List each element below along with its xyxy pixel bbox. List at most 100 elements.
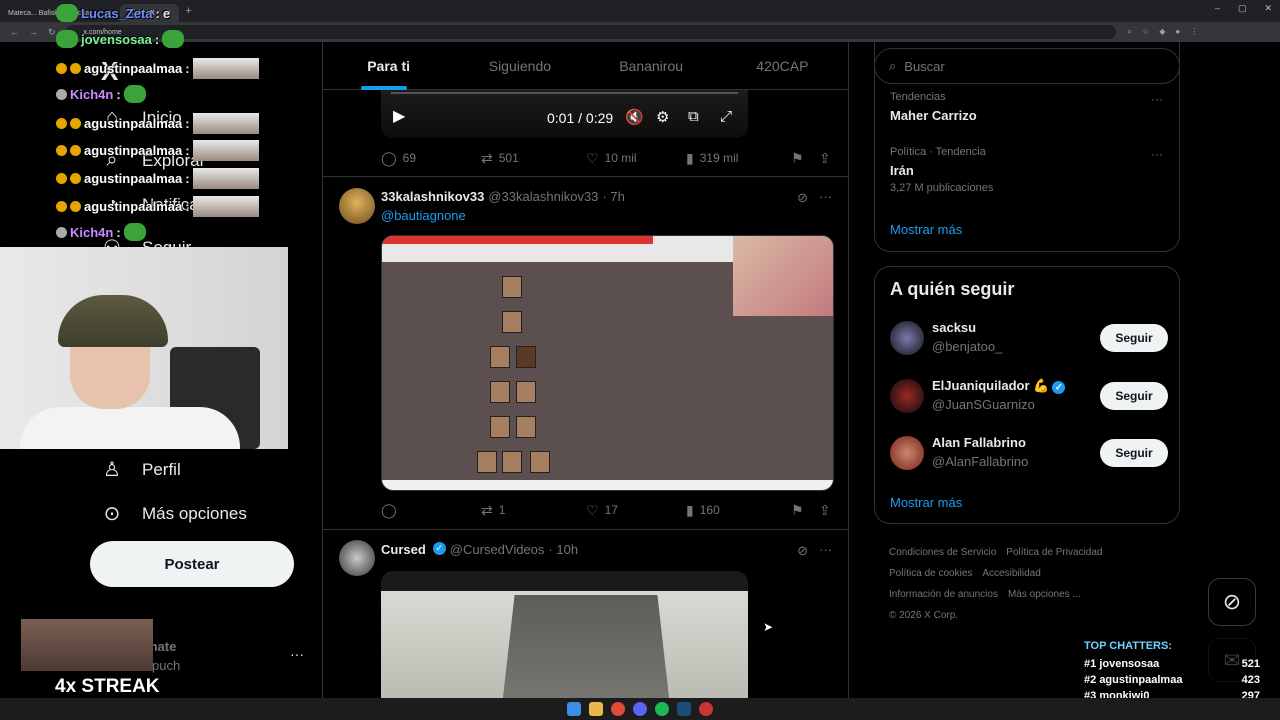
footer-link[interactable]: Condiciones de Servicio — [889, 547, 996, 558]
mute-icon[interactable]: 🔇 — [625, 108, 644, 126]
trend-title[interactable]: Maher Carrizo — [890, 108, 977, 123]
settings-icon[interactable]: ⚙ — [656, 108, 669, 126]
tab-420cap[interactable]: 420CAP — [717, 42, 848, 89]
screenshot-taskbar — [382, 480, 833, 490]
footer-link[interactable]: Información de anuncios — [889, 589, 998, 600]
follow-suggestion[interactable]: ElJuaniquilador 💪 ✓ @JuanSGuarnizo Seguir — [890, 377, 1168, 417]
avatar[interactable] — [339, 188, 375, 224]
new-tab-icon[interactable]: + — [185, 5, 191, 17]
zoom-icon[interactable]: ⌕ — [1128, 27, 1132, 37]
chat-badge-icon — [70, 201, 81, 212]
show-more-trends[interactable]: Mostrar más — [890, 222, 962, 237]
views-button[interactable]: ▮ 160 — [686, 502, 791, 519]
like-button[interactable]: ♡ 10 mil — [586, 150, 686, 167]
trend-title[interactable]: Irán — [890, 163, 914, 178]
browser-toolbar: ← → ↻ x.com/home ⌕ ☆ ◆ ● ⋮ — [0, 22, 1280, 42]
follow-button[interactable]: Seguir — [1100, 439, 1168, 467]
show-more-follow[interactable]: Mostrar más — [890, 495, 962, 510]
author-handle[interactable]: @33kalashnikov33 — [488, 189, 598, 204]
author-name[interactable]: 33kalashnikov33 — [381, 189, 484, 204]
repost-button[interactable]: ⇄ 1 — [481, 502, 586, 519]
grok-icon[interactable]: ⊘ — [797, 190, 808, 206]
maximize-button[interactable]: ▢ — [1238, 3, 1247, 14]
author-handle[interactable]: @CursedVideos — [450, 542, 545, 557]
footer-link[interactable]: Accesibilidad — [982, 568, 1040, 579]
fullscreen-icon[interactable]: ⤢ — [720, 108, 732, 125]
play-icon[interactable]: ▶ — [393, 106, 405, 126]
post-button[interactable]: Postear — [90, 541, 294, 587]
footer-link[interactable]: Política de Privacidad — [1006, 547, 1102, 558]
avatar[interactable] — [890, 436, 924, 470]
grok-button[interactable]: ⊘ — [1208, 578, 1256, 626]
spotify-icon[interactable] — [655, 702, 669, 716]
more-icon[interactable]: ··· — [819, 542, 832, 557]
more-icon[interactable]: ··· — [1151, 92, 1163, 106]
follow-suggestion[interactable]: Alan Fallabrino @AlanFallabrino Seguir — [890, 434, 1168, 474]
close-window-button[interactable]: ✕ — [1264, 3, 1272, 14]
suggestion-name[interactable]: sacksu — [932, 320, 976, 335]
share-icon[interactable]: ⇪ — [819, 502, 831, 519]
share-icon[interactable]: ⇪ — [819, 150, 831, 167]
nav-more-options[interactable]: ⊙ Más opciones — [100, 501, 247, 526]
verified-badge-icon: ✓ — [432, 542, 446, 555]
follow-suggestion[interactable]: sacksu @benjatoo_ Seguir — [890, 319, 1168, 359]
nav-profile[interactable]: ♙ Perfil — [100, 457, 181, 482]
repost-button[interactable]: ⇄ 501 — [481, 150, 586, 167]
follow-button[interactable]: Seguir — [1100, 324, 1168, 352]
screenshot-face — [502, 311, 522, 333]
avatar[interactable] — [890, 321, 924, 355]
nav-label: Más opciones — [142, 503, 247, 523]
chat-emote — [192, 140, 259, 161]
screenshot-face — [516, 381, 536, 403]
extension-icon[interactable]: ◆ — [1159, 27, 1165, 37]
timeline: Para ti Siguiendo Bananirou 420CAP ▶ 0:0… — [322, 42, 849, 698]
tweet-image[interactable] — [381, 235, 834, 491]
author-name[interactable]: Cursed — [381, 542, 426, 557]
profile-icon[interactable]: ● — [1175, 27, 1180, 37]
footer-link[interactable]: Política de cookies — [889, 568, 972, 579]
more-icon[interactable]: ··· — [819, 189, 832, 204]
steam-icon[interactable] — [677, 702, 691, 716]
back-icon[interactable]: ← — [10, 27, 19, 37]
like-count: 10 mil — [604, 151, 637, 165]
tab-siguiendo[interactable]: Siguiendo — [454, 42, 585, 89]
suggestion-name[interactable]: ElJuaniquilador 💪 ✓ — [932, 378, 1066, 394]
folder-icon[interactable] — [589, 702, 603, 716]
star-icon[interactable]: ☆ — [1142, 27, 1149, 37]
grok-icon[interactable]: ⊘ — [797, 543, 808, 559]
footer-link[interactable]: Más opciones ... — [1008, 589, 1081, 600]
more-icon[interactable]: ··· — [1151, 147, 1163, 161]
reply-button[interactable]: ◯ 69 — [381, 150, 481, 167]
chrome-icon[interactable] — [611, 702, 625, 716]
start-icon[interactable] — [567, 702, 581, 716]
discord-icon[interactable] — [633, 702, 647, 716]
bookmark-icon[interactable]: ⚑ — [791, 502, 819, 519]
address-bar[interactable]: x.com/home — [65, 25, 1116, 39]
account-more-icon[interactable]: ··· — [290, 646, 304, 662]
reload-icon[interactable]: ↻ — [48, 27, 56, 38]
reply-button[interactable]: ◯ — [381, 502, 481, 519]
video-player[interactable]: ▶ 0:01 / 0:29 🔇 ⚙ ⧉ ⤢ — [381, 90, 748, 138]
account-handle: puch — [152, 658, 181, 673]
tab-para-ti[interactable]: Para ti — [323, 42, 454, 90]
suggestion-handle: @benjatoo_ — [932, 339, 1003, 354]
tweet-time: · 10h — [548, 542, 579, 557]
suggestion-name[interactable]: Alan Fallabrino — [932, 435, 1026, 450]
avatar[interactable] — [890, 379, 924, 413]
minimize-button[interactable]: – — [1215, 3, 1220, 14]
avatar[interactable] — [339, 540, 375, 576]
video-progress-bar[interactable] — [391, 92, 738, 94]
menu-icon[interactable]: ⋮ — [1190, 27, 1198, 37]
tweet-mention[interactable]: @bautiagnone — [381, 208, 466, 223]
tab-bananirou[interactable]: Bananirou — [586, 42, 717, 89]
app-icon[interactable] — [699, 702, 713, 716]
forward-icon[interactable]: → — [29, 27, 38, 37]
chat-emote — [123, 223, 146, 241]
pip-icon[interactable]: ⧉ — [688, 108, 699, 125]
like-button[interactable]: ♡ 17 — [586, 502, 686, 519]
tweet-video[interactable] — [381, 571, 748, 698]
follow-button[interactable]: Seguir — [1100, 382, 1168, 410]
views-button[interactable]: ▮ 319 mil — [686, 150, 791, 167]
more-circle-icon: ⊙ — [103, 503, 121, 525]
bookmark-icon[interactable]: ⚑ — [791, 150, 819, 167]
